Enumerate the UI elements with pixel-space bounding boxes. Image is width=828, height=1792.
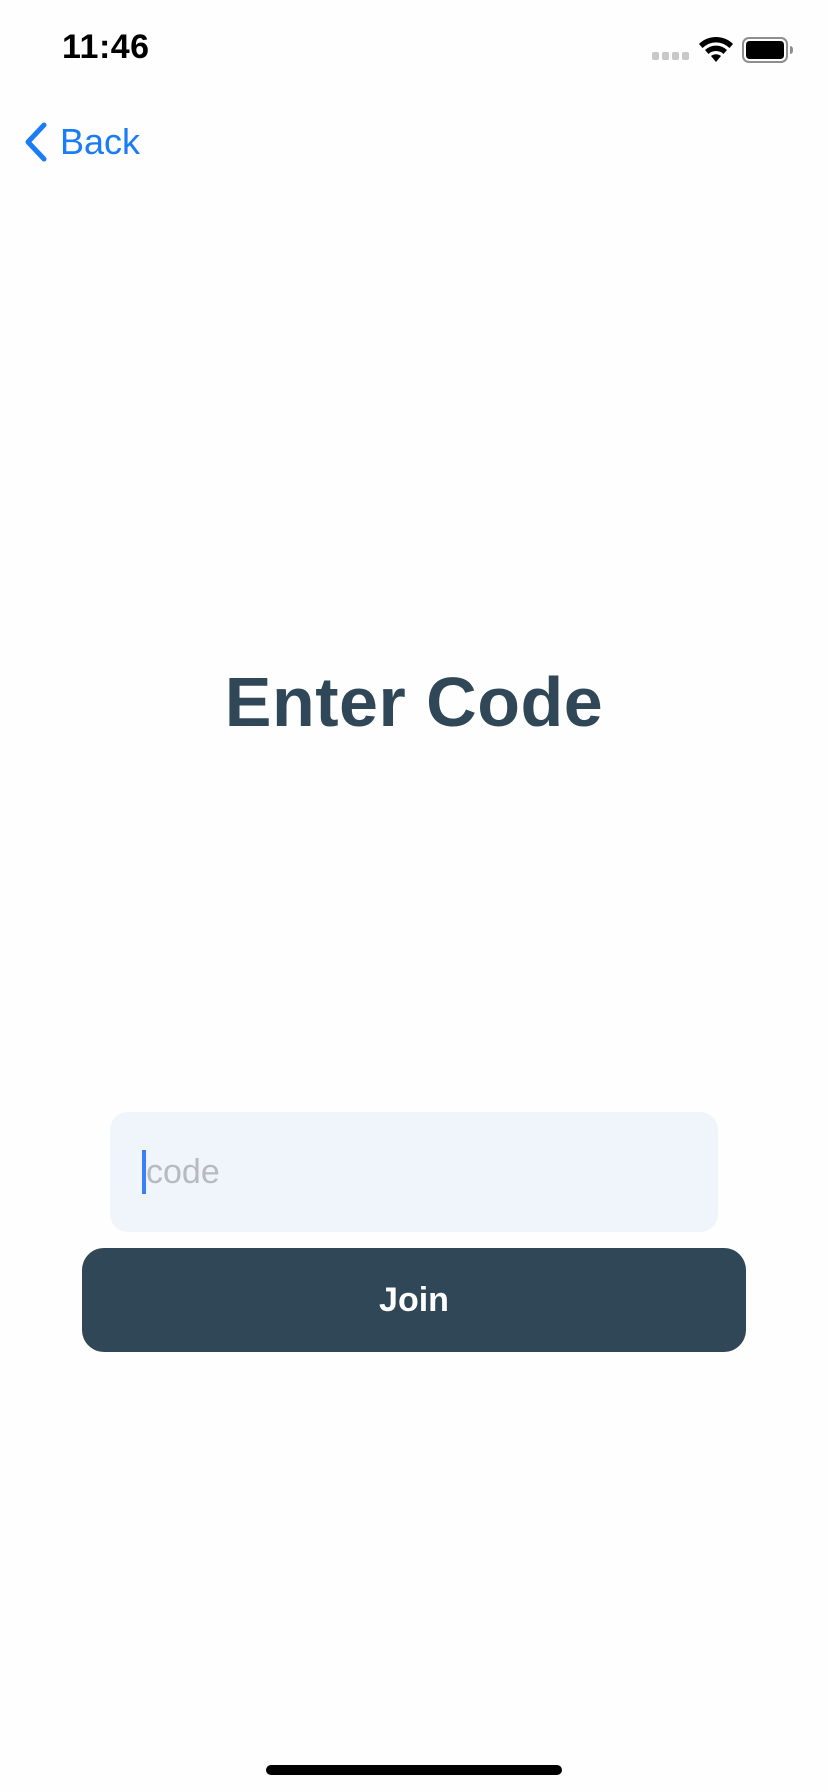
chevron-left-icon (25, 122, 47, 162)
page-title: Enter Code (224, 663, 604, 741)
back-button[interactable]: Back (22, 118, 140, 166)
battery-icon (742, 37, 794, 63)
wifi-icon (698, 36, 734, 64)
join-button[interactable]: Join (82, 1248, 746, 1352)
home-indicator[interactable] (266, 1765, 562, 1775)
code-input[interactable] (146, 1152, 666, 1192)
status-bar: 11:46 (0, 0, 828, 100)
code-field[interactable] (110, 1112, 718, 1232)
cellular-signal-icon (652, 52, 692, 62)
back-label: Back (60, 121, 141, 162)
status-time: 11:46 (62, 28, 150, 66)
